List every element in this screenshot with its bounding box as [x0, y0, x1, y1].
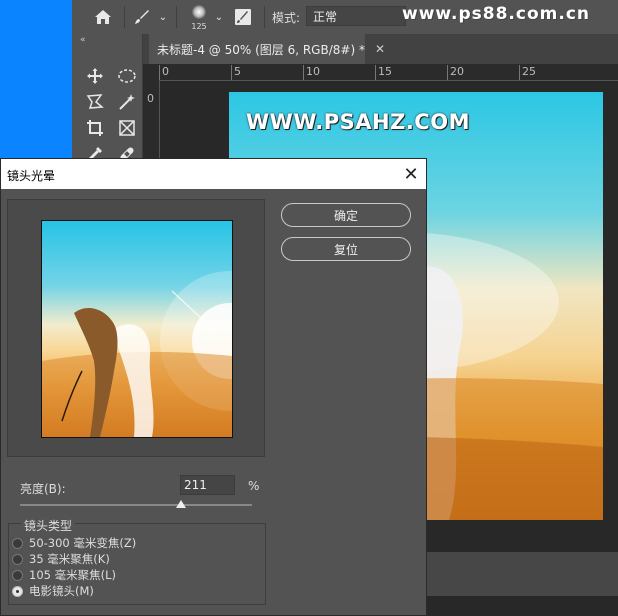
site-watermark: www.ps88.com.cn: [402, 4, 590, 24]
brightness-slider-thumb[interactable]: [175, 500, 186, 508]
brightness-input[interactable]: 211: [180, 475, 235, 495]
lens-option-movie-prime[interactable]: 电影镜头(M): [12, 583, 94, 599]
ruler-label: 25: [522, 65, 536, 78]
radio-button[interactable]: [12, 537, 23, 549]
divider: [124, 6, 125, 28]
ruler-label: 0: [147, 92, 154, 105]
ruler-corner: [143, 64, 160, 81]
flare-preview-image[interactable]: [41, 220, 233, 438]
elliptical-marquee-icon[interactable]: [114, 64, 140, 88]
brightness-label: 亮度(B):: [20, 482, 66, 496]
ruler-label: 5: [234, 65, 241, 78]
ok-button[interactable]: 确定: [281, 203, 411, 227]
lens-option-50-300mm[interactable]: 50-300 毫米变焦(Z): [12, 535, 136, 551]
ruler-tick: [519, 65, 520, 80]
lens-flare-dialog: 镜头光晕 ✕ 确定 复位 亮度(B): 211 % 镜头类型 50-300 毫米…: [0, 158, 427, 616]
ruler-label: 10: [306, 65, 320, 78]
close-tab-icon[interactable]: ✕: [375, 42, 385, 56]
polygonal-lasso-icon[interactable]: [82, 90, 108, 114]
percent-sign: %: [248, 479, 260, 493]
dialog-title: 镜头光晕: [7, 169, 56, 183]
chevron-down-icon[interactable]: ⌄: [212, 0, 226, 34]
ruler-tick: [447, 65, 448, 80]
lens-option-label: 50-300 毫米变焦(Z): [29, 536, 137, 550]
close-icon[interactable]: ✕: [396, 159, 426, 189]
magic-wand-icon[interactable]: [114, 90, 140, 114]
ruler-tick: [375, 65, 376, 80]
lens-option-label: 105 毫米聚焦(L): [29, 568, 116, 582]
document-tab-bar: 未标题-4 @ 50% (图层 6, RGB/8#) * ✕: [143, 34, 618, 64]
document-tab[interactable]: 未标题-4 @ 50% (图层 6, RGB/8#) * ✕: [149, 34, 385, 64]
chevron-down-icon[interactable]: ⌄: [156, 0, 170, 34]
lens-option-35mm[interactable]: 35 毫米聚焦(K): [12, 551, 110, 567]
ruler-tick: [303, 65, 304, 80]
crop-tool-icon[interactable]: [82, 116, 108, 140]
lens-option-105mm[interactable]: 105 毫米聚焦(L): [12, 567, 116, 583]
brightness-slider-track[interactable]: [20, 504, 252, 506]
brush-preset-icon: [192, 5, 206, 19]
ruler-tick: [159, 65, 160, 80]
ruler-label: 20: [450, 65, 464, 78]
ruler-tick: [231, 65, 232, 80]
brush-size-value: 125: [191, 22, 207, 31]
preview-artwork: [42, 271, 232, 437]
move-tool-icon[interactable]: [82, 64, 108, 88]
radio-button-selected[interactable]: [12, 585, 23, 597]
radio-button[interactable]: [12, 553, 23, 565]
reset-button[interactable]: 复位: [281, 237, 411, 261]
lens-option-label: 电影镜头(M): [29, 584, 94, 598]
brush-icon[interactable]: [130, 0, 154, 34]
horizontal-ruler: 0 5 10 15 20 25: [159, 64, 618, 81]
ruler-label: 15: [378, 65, 392, 78]
blend-mode-select[interactable]: 正常: [306, 6, 406, 26]
collapse-panel-icon[interactable]: «: [80, 35, 86, 45]
radio-button[interactable]: [12, 569, 23, 581]
divider: [176, 6, 177, 28]
brush-preset-picker[interactable]: 125: [182, 0, 216, 34]
frame-tool-icon[interactable]: [114, 116, 140, 140]
ruler-label: 0: [162, 65, 169, 78]
preview-panel: [7, 199, 265, 457]
divider: [264, 6, 265, 28]
document-tab-title: 未标题-4 @ 50% (图层 6, RGB/8#) *: [157, 42, 365, 57]
brush-settings-icon[interactable]: [230, 0, 256, 34]
home-icon[interactable]: [88, 0, 118, 34]
mode-label: 模式:: [272, 11, 301, 25]
options-bar: ⌄ 125 ⌄ 模式: 正常 www.ps88.com.cn: [72, 0, 618, 35]
lens-type-legend: 镜头类型: [21, 517, 76, 534]
lens-option-label: 35 毫米聚焦(K): [29, 552, 110, 566]
dialog-titlebar[interactable]: 镜头光晕 ✕: [1, 159, 426, 189]
